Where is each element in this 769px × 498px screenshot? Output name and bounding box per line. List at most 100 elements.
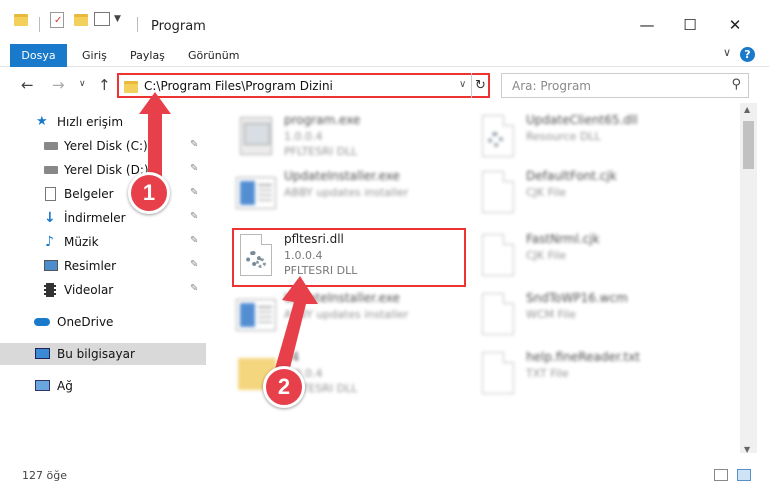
close-button[interactable]: ✕ [720,13,750,37]
drive-icon [44,166,58,174]
navigation-pane: ★ Hızlı erişim Yerel Disk (C:) ✎ Yerel D… [0,103,206,453]
exe-icon [234,115,278,159]
pin-icon[interactable]: ✎ [190,283,198,294]
pin-icon[interactable]: ✎ [190,187,198,198]
file-item[interactable]: UpdateClient65.dll Resource DLL [476,111,716,165]
sidebar-item-network[interactable]: Ağ [0,375,206,397]
sidebar-item-onedrive[interactable]: OneDrive [0,311,206,333]
chevron-down-icon[interactable]: ▼ [114,14,121,24]
pin-icon[interactable]: ✎ [190,235,198,246]
forward-button[interactable]: → [52,76,65,94]
sidebar-item-local-disk-c[interactable]: Yerel Disk (C:) ✎ [0,135,206,157]
maximize-button[interactable]: ☐ [675,13,705,37]
scroll-thumb[interactable] [743,121,754,169]
file-detail: 1.0.0.4 [284,130,323,143]
file-item[interactable]: FastNrml.cjk CJK File [476,230,716,284]
help-icon[interactable]: ? [740,47,755,62]
new-folder-icon[interactable] [74,14,88,26]
sidebar-item-documents[interactable]: Belgeler ✎ [0,183,206,205]
file-name: SndToWP16.wcm [526,291,628,305]
star-icon: ★ [36,114,48,129]
sidebar-item-label: Yerel Disk (C:) [64,139,148,153]
tab-view[interactable]: Görünüm [186,44,241,67]
folder-icon [14,14,28,26]
sidebar-item-label: Hızlı erişim [57,115,124,129]
pin-icon[interactable]: ✎ [190,211,198,222]
recent-locations-button[interactable]: ∨ [79,79,86,89]
file-name: DefaultFont.cjk [526,169,617,183]
scroll-up-icon[interactable]: ▲ [744,105,750,114]
properties-icon[interactable]: ✓ [50,12,64,28]
step-badge-1: 1 [128,172,170,214]
minimize-button[interactable]: — [632,13,662,37]
pictures-icon [44,260,58,271]
download-icon: ↓ [44,210,56,226]
tab-share[interactable]: Paylaş [128,44,167,67]
file-name: UpdateClient65.dll [526,113,638,127]
customize-toolbar-icon[interactable] [94,12,110,26]
pin-icon[interactable]: ✎ [190,139,198,150]
address-dropdown-icon[interactable]: ∨ [459,79,466,90]
file-detail: CJK File [526,249,567,262]
details-view-icon[interactable] [714,469,728,481]
search-icon[interactable]: ⚲ [731,77,741,92]
sidebar-item-this-pc[interactable]: Bu bilgisayar [0,343,206,365]
address-bar[interactable]: C:\Program Files\Program Dizini ∨ ↻ [117,73,490,98]
separator [39,17,40,32]
sidebar-item-pictures[interactable]: Resimler ✎ [0,255,206,277]
large-icons-view-icon[interactable] [737,469,751,481]
music-icon: ♪ [45,234,54,250]
file-detail: CJK File [526,186,567,199]
sidebar-item-label: Resimler [64,259,117,273]
installer-icon [234,171,278,215]
video-icon [44,283,56,297]
ribbon-expand-icon[interactable]: ∨ [723,46,731,59]
dll-icon [476,115,520,159]
sidebar-item-local-disk-d[interactable]: Yerel Disk (D:) ✎ [0,159,206,181]
back-button[interactable]: ← [21,76,34,94]
file-detail: Resource DLL [526,130,601,143]
step-badge-2: 2 [263,366,305,408]
cloud-icon [34,318,50,326]
vertical-scrollbar[interactable]: ▲ ▼ [740,103,757,463]
refresh-button[interactable]: ↻ [471,73,489,98]
sidebar-item-music[interactable]: ♪ Müzik ✎ [0,231,206,253]
drive-icon [44,142,58,150]
search-input[interactable]: Ara: Program ⚲ [501,73,749,98]
file-item[interactable]: DefaultFont.cjk CJK File [476,167,716,221]
file-item[interactable]: UpdateInstaller.exe ABBY updates install… [234,167,474,221]
file-name: program.exe [284,113,361,127]
sidebar-item-label: Belgeler [64,187,114,201]
tab-file[interactable]: Dosya [10,44,67,67]
arrow-2-shape [274,276,318,376]
search-placeholder: Ara: Program [512,79,591,93]
pin-icon[interactable]: ✎ [190,163,198,174]
file-detail: ABBY updates installer [284,186,409,199]
window-title: Program [151,19,206,34]
title-bar: ✓ ▼ Program — ☐ ✕ [0,0,769,40]
file-detail: PFLTESRI DLL [284,145,358,158]
item-count: 127 öğe [22,469,67,482]
network-icon [35,380,50,391]
file-name: FastNrml.cjk [526,232,600,246]
sidebar-item-downloads[interactable]: ↓ İndirmeler ✎ [0,207,206,229]
address-path[interactable]: C:\Program Files\Program Dizini [144,79,333,93]
sidebar-item-quick-access[interactable]: ★ Hızlı erişim [0,111,206,133]
sidebar-item-videos[interactable]: Videolar ✎ [0,279,206,301]
sidebar-item-label: Ağ [57,379,73,393]
file-item[interactable]: program.exe 1.0.0.4 PFLTESRI DLL [234,111,474,165]
computer-icon [35,348,50,359]
sidebar-item-label: Müzik [64,235,99,249]
file-name: UpdateInstaller.exe [284,169,400,183]
document-icon [476,293,520,337]
up-button[interactable]: ↑ [98,76,111,94]
status-bar: 127 öğe [0,453,769,498]
sidebar-item-label: Bu bilgisayar [57,347,135,361]
tab-home[interactable]: Giriş [80,44,109,67]
pin-icon[interactable]: ✎ [190,259,198,270]
file-item[interactable]: help.fineReader.txt TXT File [476,348,716,402]
file-item[interactable]: SndToWP16.wcm WCM File [476,289,716,343]
folder-icon [124,81,138,93]
file-detail: WCM File [526,308,576,321]
ribbon-tabs: Dosya Giriş Paylaş Görünüm ∨ ? [0,40,769,67]
